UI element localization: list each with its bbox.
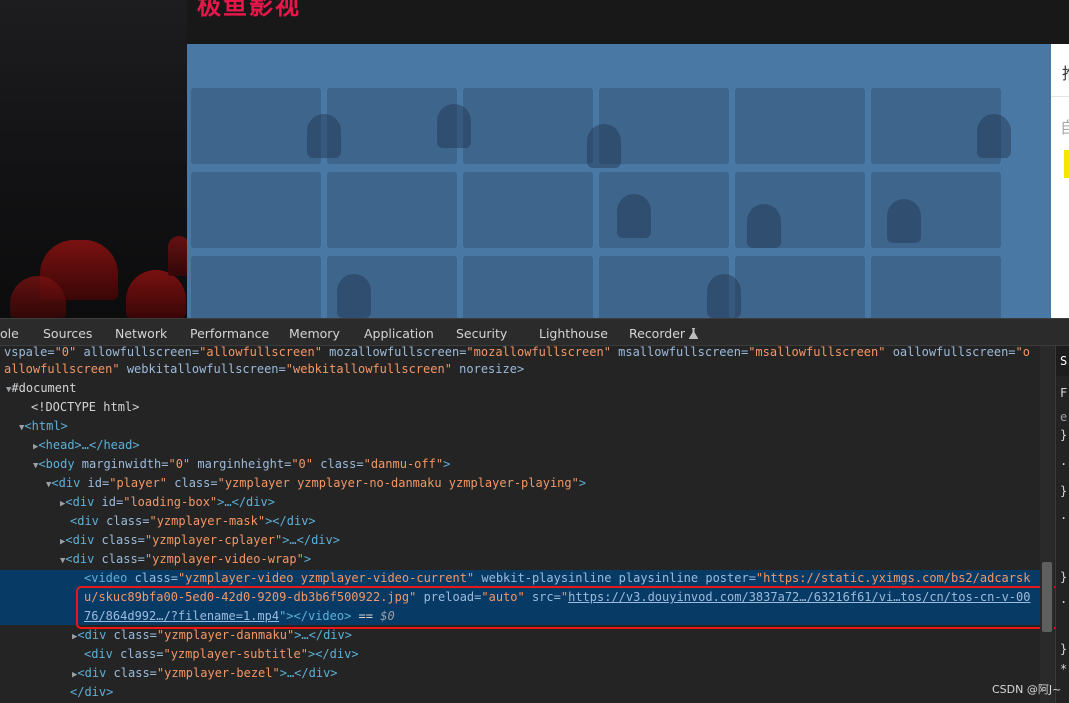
right-info-panel: 推 自 [1051, 44, 1069, 318]
tab-security[interactable]: Security [456, 326, 507, 341]
styles-pane-char: F [1060, 386, 1068, 400]
styles-pane-char: } [1060, 428, 1068, 442]
styles-pane-char: } [1060, 484, 1068, 498]
video-player[interactable] [187, 44, 1051, 318]
devtools-tab-bar: ole Sources Network Performance Memory A… [0, 318, 1069, 346]
styles-pane-char: } [1060, 570, 1068, 584]
dom-line[interactable]: allowfullscreen" webkitallowfullscreen="… [4, 360, 524, 379]
divider [1051, 96, 1069, 97]
dom-node-doctype[interactable]: <!DOCTYPE html> [31, 398, 139, 417]
tab-sources[interactable]: Sources [43, 326, 92, 341]
dom-node-subtitle[interactable]: <div class="yzmplayer-subtitle"></div> [84, 645, 359, 664]
scrollbar-thumb[interactable] [1042, 562, 1052, 632]
styles-pane-char: . [1060, 592, 1068, 606]
styles-pane-char: * [1060, 662, 1068, 676]
csdn-watermark: CSDN @阿J~ [992, 683, 1062, 696]
dom-node-loading-box[interactable]: ▶<div id="loading-box">…</div> [60, 493, 275, 512]
tab-network[interactable]: Network [115, 326, 167, 341]
styles-pane-char: . [1060, 454, 1068, 468]
styles-pane-char: . [1060, 508, 1068, 522]
dom-node-player[interactable]: ▼<div id="player" class="yzmplayer yzmpl… [46, 474, 586, 493]
dom-node-bezel[interactable]: ▶<div class="yzmplayer-bezel">…</div> [72, 664, 338, 683]
dom-node-div-close[interactable]: </div> [70, 683, 113, 702]
yellow-action-button[interactable] [1064, 150, 1069, 178]
dom-node-head[interactable]: ▶<head>…</head> [33, 436, 140, 455]
dom-node-mask[interactable]: <div class="yzmplayer-mask"></div> [70, 512, 316, 531]
tab-memory[interactable]: Memory [289, 326, 340, 341]
right-panel-heading: 推 [1062, 60, 1069, 84]
dom-node-video-wrap[interactable]: ▼<div class="yzmplayer-video-wrap"> [60, 550, 311, 569]
dom-node-body[interactable]: ▼<body marginwidth="0" marginheight="0" … [33, 455, 450, 474]
styles-pane-char: e [1060, 410, 1068, 424]
tab-recorder[interactable]: Recorder [629, 326, 699, 341]
tab-console[interactable]: ole [0, 326, 19, 341]
dom-node-cplayer[interactable]: ▶<div class="yzmplayer-cplayer">…</div> [60, 531, 340, 550]
red-highlight-annotation [76, 586, 1068, 629]
styles-pane: S F e } . } . } . } * [1055, 346, 1069, 703]
right-panel-text: 自 [1060, 118, 1069, 137]
tab-performance[interactable]: Performance [190, 326, 269, 341]
elements-panel: vspale="0" allowfullscreen="allowfullscr… [0, 346, 1040, 703]
tab-application[interactable]: Application [364, 326, 434, 341]
styles-pane-char: } [1060, 642, 1068, 656]
tab-lighthouse[interactable]: Lighthouse [539, 326, 608, 341]
dom-node-html[interactable]: ▼<html> [19, 417, 68, 436]
dom-node-document[interactable]: ▼#document [6, 379, 76, 398]
styles-pane-char: S [1060, 354, 1068, 368]
tab-recorder-label: Recorder [629, 326, 686, 341]
site-logo[interactable]: 极鱼影视 [197, 0, 301, 21]
flask-icon [689, 328, 699, 339]
web-page-viewport: 极鱼影视 自 [0, 0, 1069, 318]
video-poster-image [187, 84, 1051, 318]
elements-scrollbar[interactable] [1040, 346, 1054, 703]
